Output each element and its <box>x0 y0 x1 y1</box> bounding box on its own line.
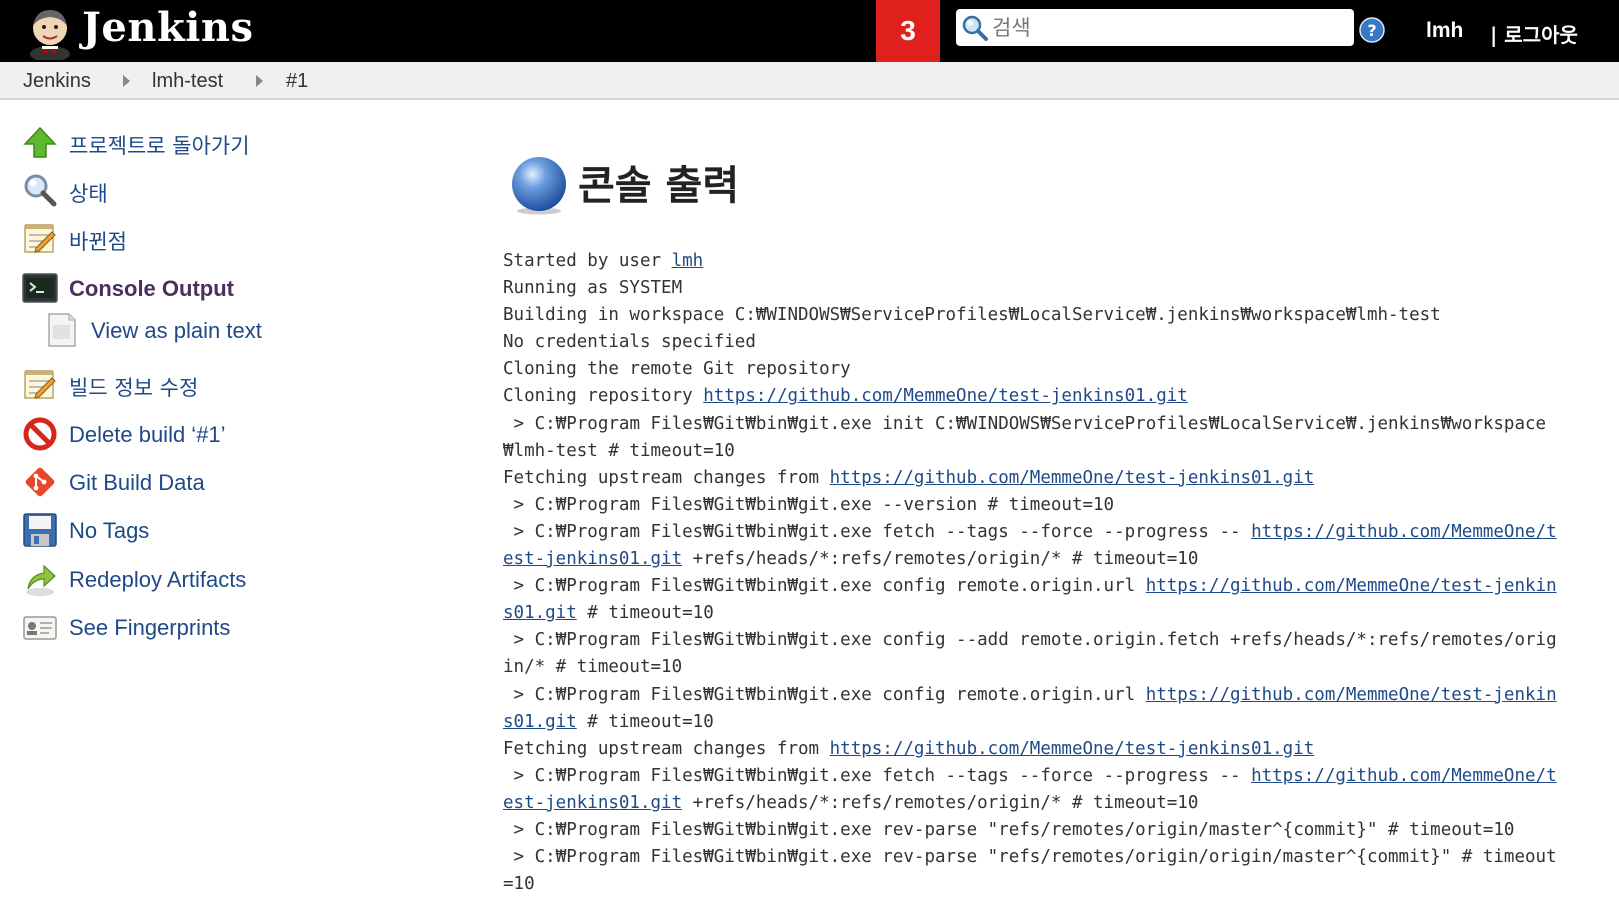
breadcrumb-separator-icon[interactable] <box>123 75 130 87</box>
console-line: Cloning repository https://github.com/Me… <box>503 383 1563 410</box>
console-line: > C:₩Program Files₩Git₩bin₩git.exe confi… <box>503 682 1563 736</box>
console-line: Fetching upstream changes from https://g… <box>503 736 1563 763</box>
console-orb-icon <box>512 157 566 215</box>
console-line: > C:₩Program Files₩Git₩bin₩git.exe fetch… <box>503 763 1563 817</box>
console-text: > C:₩Program Files₩Git₩bin₩git.exe confi… <box>503 684 1146 705</box>
console-text: Fetching upstream changes from <box>503 738 830 759</box>
console-line: No credentials specified <box>503 329 1563 356</box>
magnifier-icon <box>24 174 57 207</box>
console-text: > C:₩Program Files₩Git₩bin₩git.exe rev-p… <box>503 847 1557 895</box>
help-icon[interactable]: ? <box>1359 17 1385 43</box>
console-line: Started by user lmh <box>503 248 1563 275</box>
terminal-icon <box>22 273 58 303</box>
console-link[interactable]: https://github.com/MemmeOne/test-jenkins… <box>703 386 1188 406</box>
search-box <box>956 9 1354 46</box>
console-text: > C:₩Program Files₩Git₩bin₩git.exe fetch… <box>503 521 1252 542</box>
console-text: > C:₩Program Files₩Git₩bin₩git.exe init … <box>503 413 1547 461</box>
jenkins-butler-logo-icon[interactable] <box>22 4 78 60</box>
notepad-icon <box>24 370 56 399</box>
console-text: > C:₩Program Files₩Git₩bin₩git.exe --ver… <box>503 494 1115 515</box>
console-text: No credentials specified <box>503 332 756 353</box>
console-text: +refs/heads/*:refs/remotes/origin/* # ti… <box>682 549 1199 570</box>
logout-link[interactable]: | 로그아웃 <box>1490 19 1578 48</box>
console-text: Running as SYSTEM <box>503 278 683 299</box>
document-icon <box>48 313 76 347</box>
console-line: Building in workspace C:₩WINDOWS₩Service… <box>503 302 1563 329</box>
notification-badge[interactable]: 3 <box>876 0 940 62</box>
console-link[interactable]: lmh <box>672 251 704 271</box>
task-label[interactable]: 상태 <box>69 178 108 208</box>
breadcrumb-jenkins[interactable]: Jenkins <box>23 70 91 93</box>
fingerprint-card-icon <box>23 616 57 640</box>
console-text: +refs/heads/*:refs/remotes/origin/* # ti… <box>682 792 1199 813</box>
console-text: Building in workspace C:₩WINDOWS₩Service… <box>503 305 1441 326</box>
console-line: > C:₩Program Files₩Git₩bin₩git.exe rev-p… <box>503 817 1563 844</box>
breadcrumb: Jenkins lmh-test #1 <box>0 62 1619 100</box>
console-link[interactable]: https://github.com/MemmeOne/test-jenkins… <box>830 468 1315 488</box>
up-arrow-icon <box>23 126 57 158</box>
task-label[interactable]: Console Output <box>69 276 234 302</box>
console-text: # timeout=10 <box>576 711 714 732</box>
task-label[interactable]: 바뀐점 <box>69 226 127 256</box>
task-label[interactable]: View as plain text <box>91 318 262 344</box>
page-title: 콘솔 출력 <box>578 163 740 209</box>
console-output: Started by user lmh Running as SYSTEM Buil… <box>503 248 1563 898</box>
console-line: > C:₩Program Files₩Git₩bin₩git.exe confi… <box>503 627 1563 681</box>
search-icon <box>962 15 988 41</box>
task-label[interactable]: No Tags <box>69 518 149 544</box>
console-text: > C:₩Program Files₩Git₩bin₩git.exe confi… <box>503 630 1557 678</box>
top-header: Jenkins 3 ? lmh | 로그아웃 <box>0 0 1619 62</box>
console-text: # timeout=10 <box>576 603 714 624</box>
task-label[interactable]: 프로젝트로 돌아가기 <box>69 130 250 160</box>
console-line: Fetching upstream changes from https://g… <box>503 465 1563 492</box>
redeploy-arrow-icon <box>26 564 56 596</box>
console-text: > C:₩Program Files₩Git₩bin₩git.exe rev-p… <box>503 819 1515 840</box>
console-text: Cloning repository <box>503 386 704 407</box>
breadcrumb-separator-icon[interactable] <box>256 75 263 87</box>
console-link[interactable]: https://github.com/MemmeOne/test-jenkins… <box>830 739 1315 759</box>
console-text: Started by user <box>503 251 672 271</box>
console-text: Cloning the remote Git repository <box>503 359 851 380</box>
console-text: Fetching upstream changes from <box>503 467 830 488</box>
console-line: Cloning the remote Git repository <box>503 356 1563 383</box>
breadcrumb-build[interactable]: #1 <box>286 70 308 93</box>
task-label[interactable]: Delete build ‘#1’ <box>69 422 226 448</box>
console-text: > C:₩Program Files₩Git₩bin₩git.exe fetch… <box>503 765 1252 786</box>
console-line: > C:₩Program Files₩Git₩bin₩git.exe --ver… <box>503 492 1563 519</box>
floppy-disk-icon <box>23 513 57 547</box>
search-input[interactable] <box>990 12 1349 44</box>
console-line: > C:₩Program Files₩Git₩bin₩git.exe rev-p… <box>503 844 1563 898</box>
user-link[interactable]: lmh <box>1426 19 1463 43</box>
console-line: > C:₩Program Files₩Git₩bin₩git.exe init … <box>503 411 1563 465</box>
console-line: > C:₩Program Files₩Git₩bin₩git.exe confi… <box>503 573 1563 627</box>
task-label[interactable]: Git Build Data <box>69 470 205 496</box>
console-text: > C:₩Program Files₩Git₩bin₩git.exe confi… <box>503 576 1146 597</box>
console-line: > C:₩Program Files₩Git₩bin₩git.exe fetch… <box>503 519 1563 573</box>
git-icon <box>25 467 55 497</box>
task-label[interactable]: See Fingerprints <box>69 615 230 641</box>
breadcrumb-job[interactable]: lmh-test <box>152 70 223 93</box>
brand-title[interactable]: Jenkins <box>82 4 253 51</box>
task-label[interactable]: Redeploy Artifacts <box>69 567 246 593</box>
svg-text:?: ? <box>1367 21 1376 40</box>
no-entry-icon <box>23 417 57 451</box>
task-label[interactable]: 빌드 정보 수정 <box>69 372 198 402</box>
console-line: Running as SYSTEM <box>503 275 1563 302</box>
notepad-icon <box>24 224 56 253</box>
